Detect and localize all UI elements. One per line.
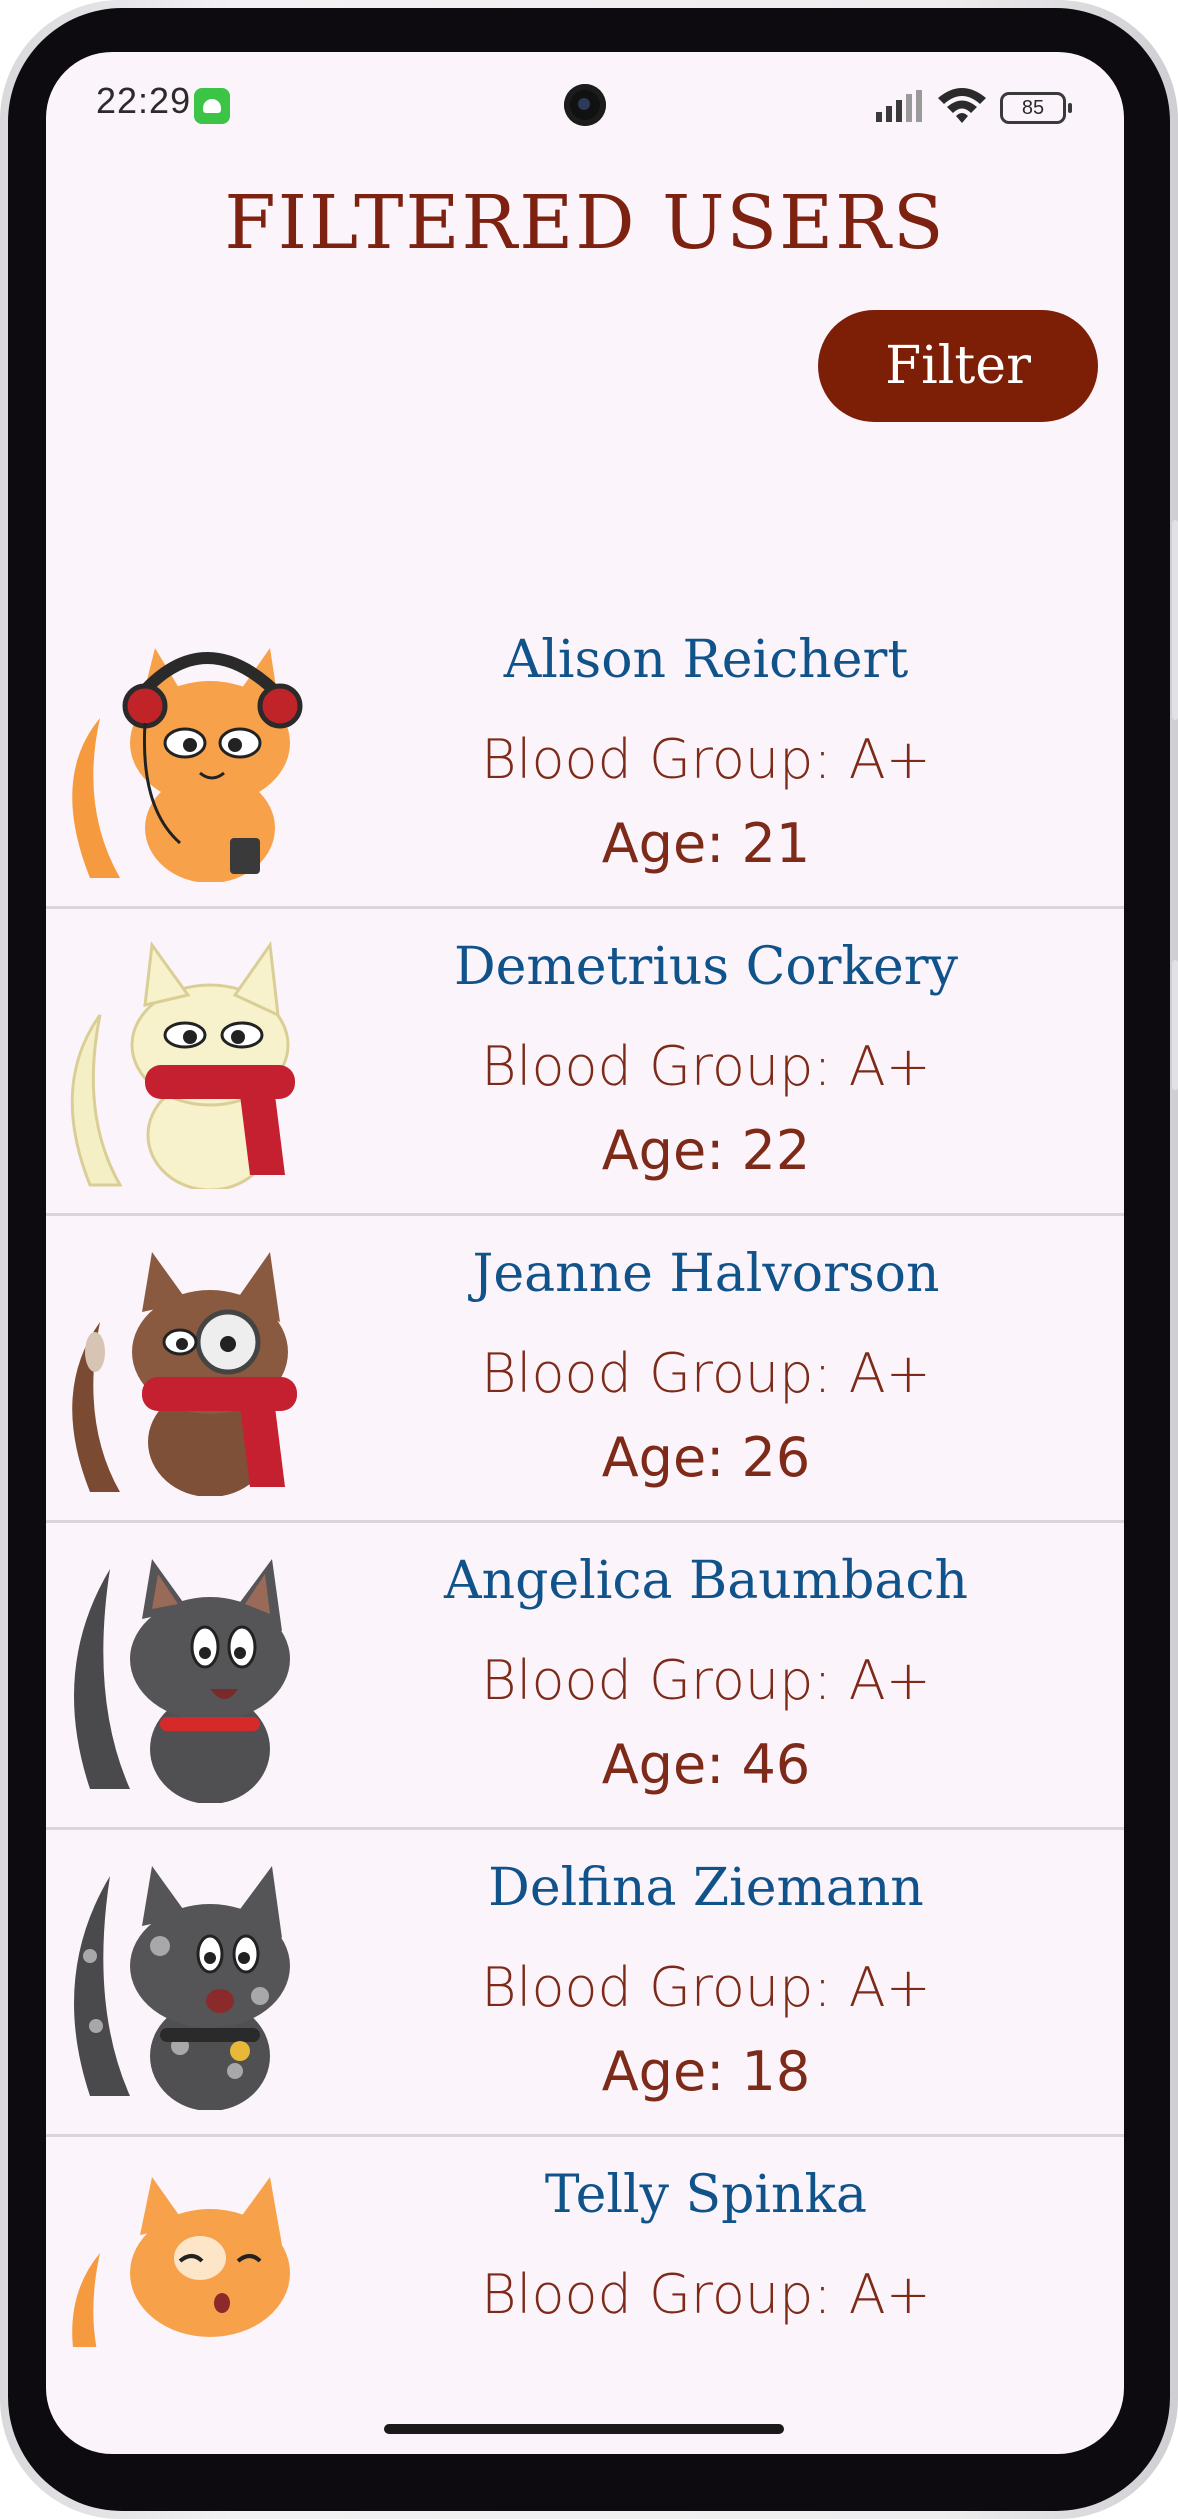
cat-avatar-icon [74,1866,290,2110]
phone-frame: 22:29 85 FILTERED USERS Filter Alison Re… [0,0,1178,2519]
cat-avatar-icon [72,2177,290,2347]
age-label: Age: 22 [601,1119,811,1182]
page-title: FILTERED USERS [224,180,946,266]
age-label: Age: 26 [601,1426,811,1489]
user-name: Angelica Baumbach [444,1551,968,1611]
wifi-icon [938,88,986,123]
status-bar: 22:29 85 [46,52,1124,162]
user-row[interactable]: Angelica Baumbach Blood Group: A+ Age: 4… [46,1523,1124,1830]
filter-button[interactable]: Filter [818,310,1098,422]
blood-group-label: Blood Group: A+ [481,2263,931,2326]
age-label: Age: 18 [601,2040,811,2103]
signal-icon [876,90,922,122]
user-row[interactable]: Alison Reichert Blood Group: A+ Age: 21 [46,602,1124,909]
user-name: Delfina Ziemann [488,1858,924,1918]
power-button [1172,960,1178,1090]
blood-group-label: Blood Group: A+ [481,1035,931,1098]
cat-avatar-icon [74,1559,290,1803]
battery-icon: 85 [1000,92,1072,124]
android-notification-icon [194,88,230,124]
blood-group-label: Blood Group: A+ [481,1342,931,1405]
status-time: 22:29 [96,80,192,121]
home-indicator[interactable] [384,2424,784,2434]
blood-group-label: Blood Group: A+ [481,1956,931,2019]
user-name: Jeanne Halvorson [472,1244,940,1304]
volume-button [1172,520,1178,720]
age-label: Age: 46 [601,1733,811,1796]
user-row[interactable]: Jeanne Halvorson Blood Group: A+ Age: 26 [46,1216,1124,1523]
front-camera [564,84,606,126]
user-name: Telly Spinka [544,2165,868,2225]
blood-group-label: Blood Group: A+ [481,728,931,791]
age-label: Age: 21 [601,812,811,875]
user-row[interactable]: Delfina Ziemann Blood Group: A+ Age: 18 [46,1830,1124,2137]
user-name: Alison Reichert [503,630,909,690]
user-name: Demetrius Corkery [453,937,959,997]
user-row[interactable]: Telly Spinka Blood Group: A+ [46,2137,1124,2347]
cat-avatar-icon [72,648,303,882]
user-list: Alison Reichert Blood Group: A+ Age: 21 [46,602,1124,2347]
screen: 22:29 85 FILTERED USERS Filter Alison Re… [46,52,1124,2454]
blood-group-label: Blood Group: A+ [481,1649,931,1712]
cat-avatar-icon [70,940,295,1189]
user-row[interactable]: Demetrius Corkery Blood Group: A+ Age: 2… [46,909,1124,1216]
cat-avatar-icon [72,1252,297,1496]
